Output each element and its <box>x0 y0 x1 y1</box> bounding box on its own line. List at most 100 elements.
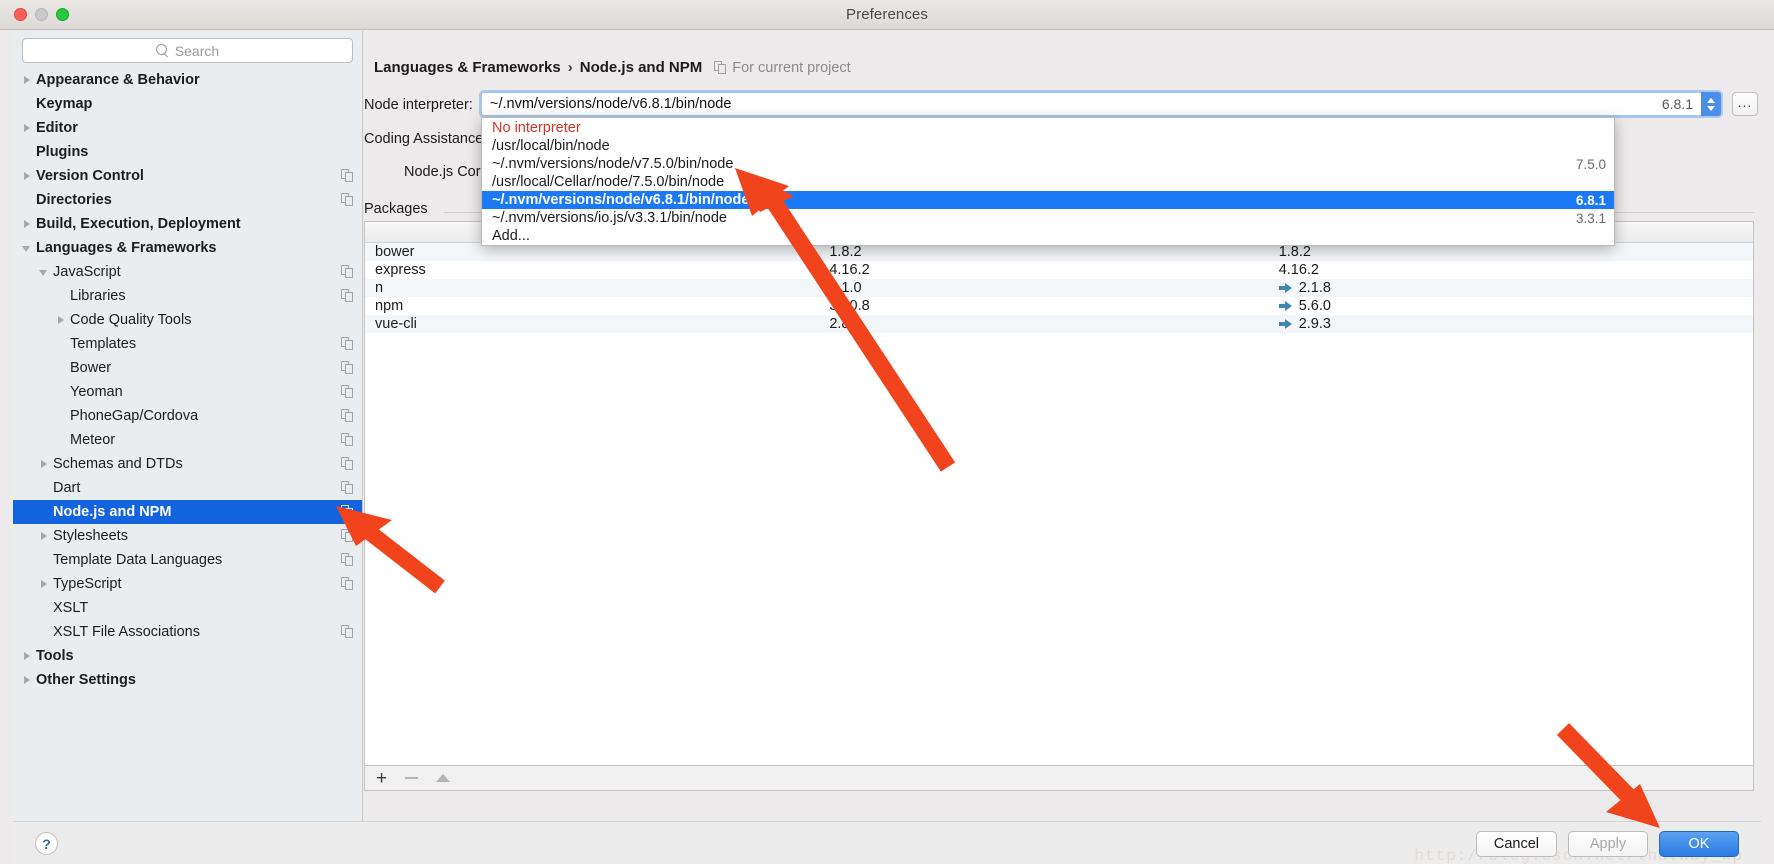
chevron-right-icon[interactable] <box>21 170 33 182</box>
table-row[interactable]: vue-cli 2.8.2 2.9.3 <box>365 315 1753 333</box>
dropdown-option-version: 6.8.1 <box>1575 192 1606 208</box>
cancel-button[interactable]: Cancel <box>1475 831 1557 857</box>
chevron-right-icon[interactable] <box>21 218 33 230</box>
chevron-right-icon[interactable] <box>38 458 50 470</box>
apply-button[interactable]: Apply <box>1568 831 1648 857</box>
node-interpreter-combobox[interactable]: ~/.nvm/versions/node/v6.8.1/bin/node 6.8… <box>481 92 1721 116</box>
sidebar-item-code-quality-tools[interactable]: Code Quality Tools <box>13 308 362 332</box>
dropdown-option-label: ~/.nvm/versions/node/v6.8.1/bin/node <box>492 192 750 208</box>
copy-settings-icon[interactable] <box>341 289 354 302</box>
copy-settings-icon[interactable] <box>341 553 354 566</box>
chevron-right-icon[interactable] <box>38 578 50 590</box>
stepper-up-down-icon[interactable] <box>1701 92 1721 116</box>
copy-settings-icon[interactable] <box>341 409 354 422</box>
dropdown-option-4[interactable]: ~/.nvm/versions/node/v6.8.1/bin/node 6.8.… <box>482 191 1614 209</box>
chevron-down-icon[interactable] <box>21 242 33 254</box>
sidebar-item-other-settings[interactable]: Other Settings <box>13 668 362 692</box>
copy-settings-icon[interactable] <box>341 433 354 446</box>
sidebar-item-xslt[interactable]: XSLT <box>13 596 362 620</box>
dropdown-option-5[interactable]: ~/.nvm/versions/io.js/v3.3.1/bin/node 3.3… <box>482 209 1614 227</box>
sidebar-item-languages-frameworks[interactable]: Languages & Frameworks <box>13 236 362 260</box>
package-latest-value: 5.6.0 <box>1298 298 1331 314</box>
zoom-window-button[interactable] <box>56 8 69 21</box>
sidebar-item-appearance-behavior[interactable]: Appearance & Behavior <box>13 68 362 92</box>
sidebar-item-version-control[interactable]: Version Control <box>13 164 362 188</box>
dropdown-option-3[interactable]: /usr/local/Cellar/node/7.5.0/bin/node <box>482 173 1614 191</box>
sidebar-item-templates[interactable]: Templates <box>13 332 362 356</box>
chevron-right-icon[interactable] <box>21 650 33 662</box>
dropdown-option-0[interactable]: No interpreter <box>482 119 1614 137</box>
chevron-down-icon[interactable] <box>38 266 50 278</box>
sidebar-item-yeoman[interactable]: Yeoman <box>13 380 362 404</box>
breadcrumb-parent[interactable]: Languages & Frameworks <box>374 59 561 76</box>
chevron-right-icon[interactable] <box>21 122 33 134</box>
sidebar-item-template-data-languages[interactable]: Template Data Languages <box>13 548 362 572</box>
sidebar-item-label: Schemas and DTDs <box>53 455 183 472</box>
copy-settings-icon[interactable] <box>341 529 354 542</box>
ok-button[interactable]: OK <box>1659 831 1739 857</box>
table-row[interactable]: express 4.16.2 4.16.2 <box>365 261 1753 279</box>
sidebar-item-phonegap-cordova[interactable]: PhoneGap/Cordova <box>13 404 362 428</box>
table-row[interactable]: n 2.1.0 2.1.8 <box>365 279 1753 297</box>
sidebar-item-label: Dart <box>53 479 81 496</box>
close-window-button[interactable] <box>14 8 27 21</box>
footer-buttons: Cancel Apply OK <box>1475 831 1739 857</box>
sidebar-item-bower[interactable]: Bower <box>13 356 362 380</box>
help-button[interactable]: ? <box>35 832 58 855</box>
sidebar-item-directories[interactable]: Directories <box>13 188 362 212</box>
copy-settings-icon[interactable] <box>341 361 354 374</box>
sidebar-item-dart[interactable]: Dart <box>13 476 362 500</box>
dropdown-option-6[interactable]: Add... <box>482 227 1614 245</box>
copy-settings-icon[interactable] <box>341 625 354 638</box>
sidebar-item-plugins[interactable]: Plugins <box>13 140 362 164</box>
minus-icon[interactable] <box>405 777 419 779</box>
browse-interpreter-button[interactable]: ... <box>1732 92 1758 116</box>
sidebar-item-label: XSLT File Associations <box>53 623 200 640</box>
copy-settings-icon[interactable] <box>341 193 354 206</box>
chevron-right-icon[interactable] <box>21 74 33 86</box>
copy-settings-icon[interactable] <box>341 169 354 182</box>
table-row[interactable]: npm 3.10.8 5.6.0 <box>365 297 1753 315</box>
sidebar-item-javascript[interactable]: JavaScript <box>13 260 362 284</box>
sidebar-item-node-js-and-npm[interactable]: Node.js and NPM <box>13 500 362 524</box>
sidebar-item-schemas-and-dtds[interactable]: Schemas and DTDs <box>13 452 362 476</box>
chevron-right-icon[interactable] <box>38 530 50 542</box>
copy-settings-icon[interactable] <box>341 265 354 278</box>
window-titlebar: Preferences <box>0 0 1774 30</box>
settings-content-pane: Languages & Frameworks › Node.js and NPM… <box>364 31 1761 821</box>
sidebar-item-label: Editor <box>36 119 78 136</box>
package-latest-value: 4.16.2 <box>1278 262 1320 278</box>
minimize-window-button[interactable] <box>35 8 48 21</box>
copy-settings-icon[interactable] <box>341 385 354 398</box>
sidebar-item-meteor[interactable]: Meteor <box>13 428 362 452</box>
sidebar-item-xslt-file-associations[interactable]: XSLT File Associations <box>13 620 362 644</box>
copy-settings-icon[interactable] <box>341 457 354 470</box>
copy-settings-icon[interactable] <box>341 481 354 494</box>
up-triangle-icon[interactable] <box>436 774 451 782</box>
dropdown-option-1[interactable]: /usr/local/bin/node <box>482 137 1614 155</box>
sidebar-item-typescript[interactable]: TypeScript <box>13 572 362 596</box>
sidebar-item-label: Stylesheets <box>53 527 128 544</box>
node-interpreter-dropdown[interactable]: No interpreter/usr/local/bin/node ~/.nvm/… <box>481 117 1615 246</box>
copy-settings-icon[interactable] <box>341 337 354 350</box>
copy-settings-icon[interactable] <box>341 505 354 518</box>
sidebar-item-tools[interactable]: Tools <box>13 644 362 668</box>
sidebar-item-label: Directories <box>36 191 112 208</box>
sidebar-item-editor[interactable]: Editor <box>13 116 362 140</box>
chevron-right-icon[interactable] <box>21 674 33 686</box>
search-input[interactable]: Search <box>22 38 353 63</box>
sidebar-item-libraries[interactable]: Libraries <box>13 284 362 308</box>
sidebar-item-stylesheets[interactable]: Stylesheets <box>13 524 362 548</box>
copy-settings-icon[interactable] <box>341 577 354 590</box>
plus-icon[interactable]: + <box>376 769 387 788</box>
chevron-right-icon[interactable] <box>55 314 67 326</box>
sidebar-item-build-execution-deployment[interactable]: Build, Execution, Deployment <box>13 212 362 236</box>
dropdown-option-2[interactable]: ~/.nvm/versions/node/v7.5.0/bin/node 7.5.… <box>482 155 1614 173</box>
node-interpreter-value[interactable]: ~/.nvm/versions/node/v6.8.1/bin/node <box>482 96 1662 112</box>
sidebar-item-label: Keymap <box>36 95 93 112</box>
sidebar-item-keymap[interactable]: Keymap <box>13 92 362 116</box>
